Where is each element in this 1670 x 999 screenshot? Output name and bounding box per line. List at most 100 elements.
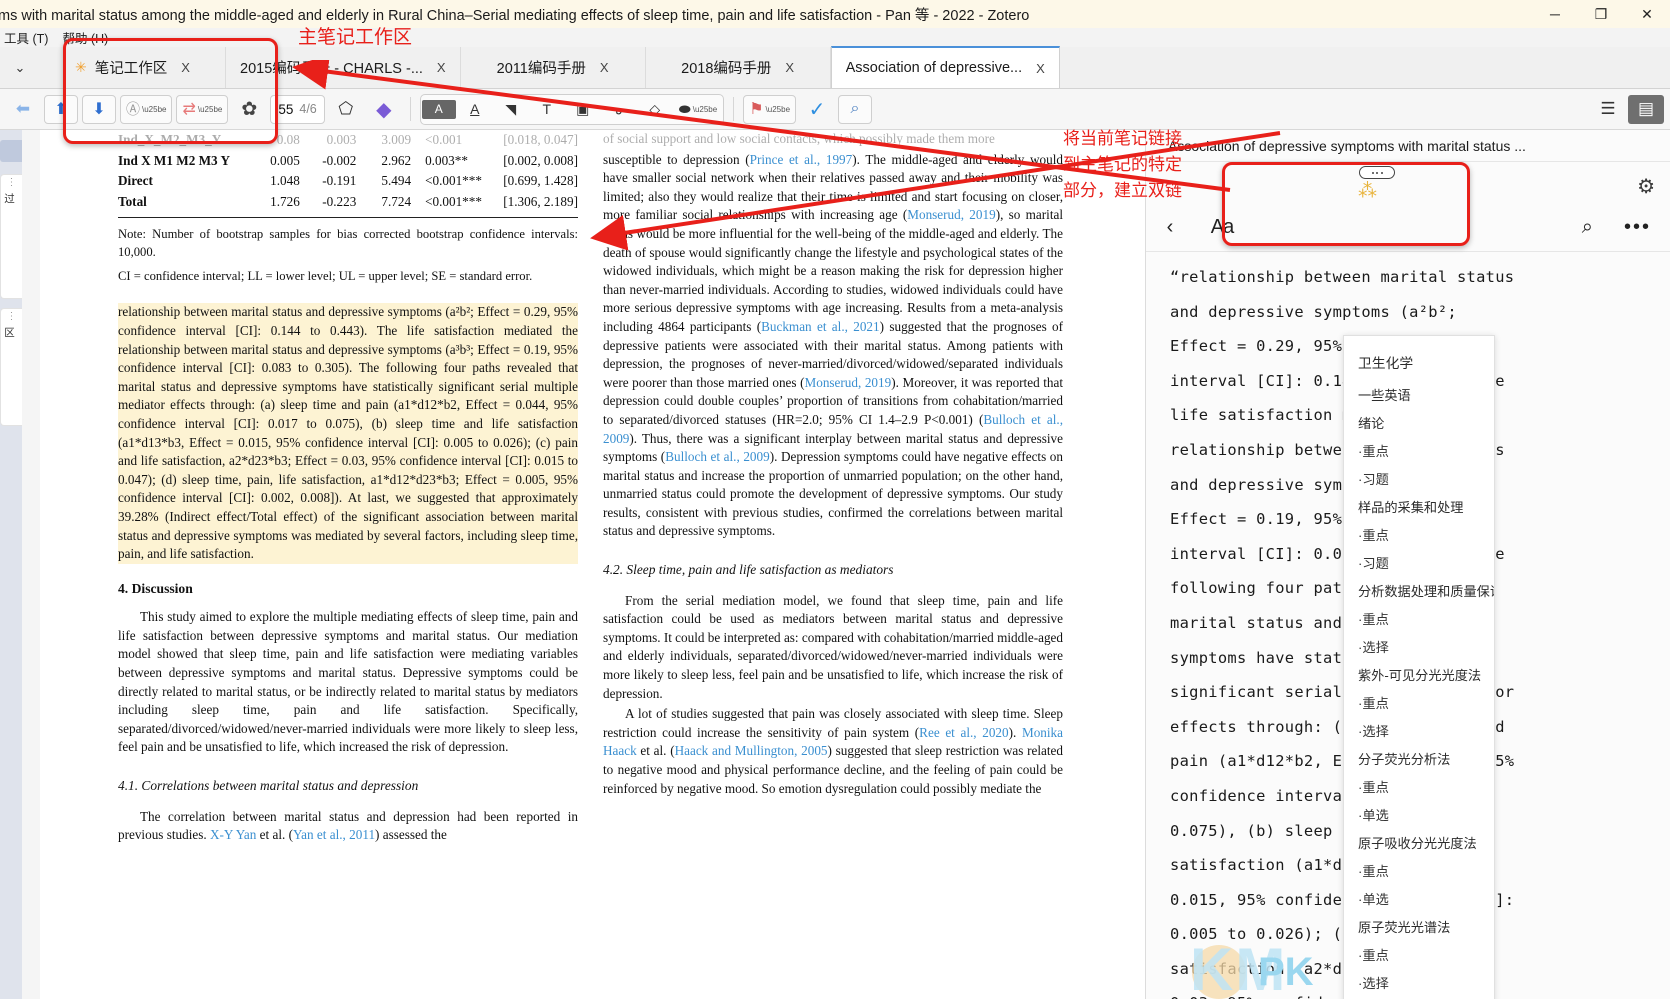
tab-close-icon[interactable]: X (785, 60, 794, 75)
add-text-icon[interactable]: T (530, 96, 564, 123)
chevron-down-icon[interactable]: ⌄ (0, 47, 40, 88)
row-v4: <0.001*** (425, 193, 482, 209)
citation-link[interactable]: Bulloch et al., 2009 (665, 449, 770, 464)
eraser-icon[interactable]: ◇ (638, 96, 672, 123)
split-view-dropdown[interactable]: ⇄ \u25be (176, 94, 229, 124)
check-icon[interactable]: ✓ (800, 95, 834, 124)
dropdown-item-13[interactable]: 选择 (1344, 718, 1494, 746)
notes-view-icon[interactable]: ▤ (1628, 94, 1664, 124)
page-number-input[interactable]: 55 4/6 (270, 94, 325, 124)
more-options-icon[interactable]: ••• (1624, 216, 1651, 239)
previous-page-button[interactable]: ⬆ (44, 94, 78, 124)
pdf-viewer[interactable]: Ind_X_M2_M3_Y 0.08 0.003 3.009 <0.001 [0… (40, 130, 1145, 999)
outline-view-icon[interactable]: ☰ (1590, 95, 1626, 124)
gear-icon[interactable]: ⚙ (1637, 174, 1655, 199)
next-page-button[interactable]: ⬇ (82, 94, 116, 124)
select-area-icon[interactable]: ▣ (566, 96, 600, 123)
dropdown-item-17[interactable]: 原子吸收分光光度法 (1344, 830, 1494, 858)
row-v2: -0.191 (322, 173, 357, 189)
citation-link[interactable]: Haack and Mullington, 2005 (675, 743, 828, 758)
results-table: Ind_X_M2_M3_Y 0.08 0.003 3.009 <0.001 [0… (118, 130, 578, 219)
font-format-icon[interactable]: Aa (1194, 216, 1250, 239)
dropdown-item-10[interactable]: 选择 (1344, 634, 1494, 662)
maximize-button[interactable]: ❐ (1578, 0, 1624, 28)
minimize-button[interactable]: ─ (1532, 0, 1578, 28)
sticky-note-icon[interactable]: ◥ (494, 96, 528, 123)
back-icon[interactable]: ‹ (1146, 216, 1194, 239)
pdf-column-left: Ind_X_M2_M3_Y 0.08 0.003 3.009 <0.001 [0… (118, 130, 578, 847)
tag-icon[interactable]: ⬠ (329, 95, 363, 124)
dropdown-item-4[interactable]: 习题 (1344, 466, 1494, 494)
dropdown-item-16[interactable]: 单选 (1344, 802, 1494, 830)
citation-link[interactable]: Monserud, 2019 (907, 207, 995, 222)
dropdown-item-5[interactable]: 样品的采集和处理 (1344, 494, 1494, 522)
tab-2011-codebook[interactable]: 2011编码手册 X (461, 47, 646, 88)
tab-close-icon[interactable]: X (1036, 61, 1045, 76)
para-text: ) assessed the (375, 827, 447, 843)
dropdown-item-14[interactable]: 分子荧光分析法 (1344, 746, 1494, 774)
citation-link[interactable]: Monserud, 2019 (805, 375, 892, 390)
gem-icon[interactable]: ◆ (367, 95, 401, 124)
tab-2018-codebook[interactable]: 2018编码手册 X (646, 47, 831, 88)
citation-link[interactable]: Yan et al., 2011 (293, 827, 375, 842)
dropdown-item-18[interactable]: 重点 (1344, 858, 1494, 886)
dropdown-item-12[interactable]: 重点 (1344, 690, 1494, 718)
rail-card-menu-icon[interactable]: ⋮ (1, 309, 22, 325)
draw-icon[interactable]: ه (602, 96, 636, 123)
discussion-paragraph: This study aimed to explore the multiple… (118, 609, 578, 755)
dropdown-item-15[interactable]: 重点 (1344, 774, 1494, 802)
dropdown-item-6[interactable]: 重点 (1344, 522, 1494, 550)
bidirectional-link-icon[interactable]: ⁂ (1358, 180, 1377, 203)
citation-link[interactable]: X-Y Yan (210, 827, 256, 842)
underline-text-icon[interactable]: A (458, 96, 492, 123)
dropdown-item-3[interactable]: 重点 (1344, 438, 1494, 466)
dropdown-item-2[interactable]: 绪论 (1344, 410, 1494, 438)
rail-card-menu-icon[interactable]: ⋮ (1, 175, 22, 191)
ai-assistant-icon[interactable]: ✿ (232, 95, 266, 124)
back-arrow-icon[interactable]: ⬅ (6, 95, 40, 124)
find-in-document-icon[interactable]: ⌕ (838, 94, 873, 124)
dropdown-item-9[interactable]: 重点 (1344, 606, 1494, 634)
note-link-dropdown[interactable]: 卫生化学 一些英语 绪论 重点 习题 样品的采集和处理 重点 习题 分析数据处理… (1343, 335, 1495, 999)
para-text: et al. ( (256, 827, 293, 843)
tab-2015-codebook[interactable]: 2015编码手册 - CHARLS -... X (226, 47, 461, 88)
dropdown-item-0[interactable]: 卫生化学 (1344, 346, 1494, 382)
dropdown-item-11[interactable]: 紫外-可见分光光度法 (1344, 662, 1494, 690)
dropdown-item-20[interactable]: 原子荧光光谱法 (1344, 914, 1494, 942)
highlight-text-icon[interactable]: A (421, 99, 456, 119)
menu-item-help[interactable]: 帮助 (H) (62, 28, 108, 47)
dropdown-item-21[interactable]: 重点 (1344, 942, 1494, 970)
table-row: Total 1.726 -0.223 7.724 <0.001*** [1.30… (118, 192, 578, 213)
dropdown-item-1[interactable]: 一些英语 (1344, 382, 1494, 410)
pdf-view-dropdown[interactable]: Ⓐ \u25be (120, 94, 173, 124)
menu-item-tools[interactable]: 工具 (T) (4, 28, 48, 47)
citation-link[interactable]: Ree et al., 2020 (919, 725, 1008, 740)
menu-bar: 工具 (T) 帮助 (H) (0, 28, 1670, 47)
rail-card-2[interactable]: ⋮ 区 (0, 308, 22, 426)
search-icon[interactable]: ⌕ (1582, 216, 1593, 239)
section-heading-discussion: 4. Discussion (118, 580, 193, 596)
citation-link[interactable]: Buckman et al., 2021 (761, 319, 880, 334)
dropdown-item-19[interactable]: 单选 (1344, 886, 1494, 914)
dropdown-item-7[interactable]: 习题 (1344, 550, 1494, 578)
row-v3: 3.009 (381, 132, 412, 147)
bookmark-dropdown[interactable]: ⚑ \u25be (743, 94, 797, 124)
window-titlebar: ms with marital status among the middle-… (0, 0, 1670, 28)
citation-link[interactable]: Prince et al., 1997 (750, 152, 853, 167)
dropdown-item-22[interactable]: 选择 (1344, 970, 1494, 998)
rail-card-1[interactable]: ⋮ 过 (0, 174, 22, 299)
tab-label: 2011编码手册 (496, 61, 586, 77)
pdf-column-right: of social support and low social contact… (603, 130, 1063, 800)
tab-close-icon[interactable]: X (437, 60, 446, 75)
dropdown-item-8[interactable]: 分析数据处理和质量保证 (1344, 578, 1494, 606)
annotation-label-link-note: 将当前笔记链接 到主笔记的特定 部分，建立双链 (1063, 129, 1182, 200)
color-picker-dropdown[interactable]: ⬬ \u25be (674, 96, 722, 123)
subsection-4-2-paragraph-2: A lot of studies suggested that pain was… (603, 705, 1063, 798)
drag-handle[interactable] (1359, 166, 1395, 179)
toolbar-separator (409, 97, 411, 121)
close-button[interactable]: ✕ (1624, 0, 1670, 28)
tab-close-icon[interactable]: X (600, 60, 609, 75)
tab-close-icon[interactable]: X (181, 60, 190, 75)
tab-association-of-depressive[interactable]: Association of depressive... X (830, 46, 1060, 88)
tab-note-workspace[interactable]: ✳ 笔记工作区 X (40, 47, 226, 88)
